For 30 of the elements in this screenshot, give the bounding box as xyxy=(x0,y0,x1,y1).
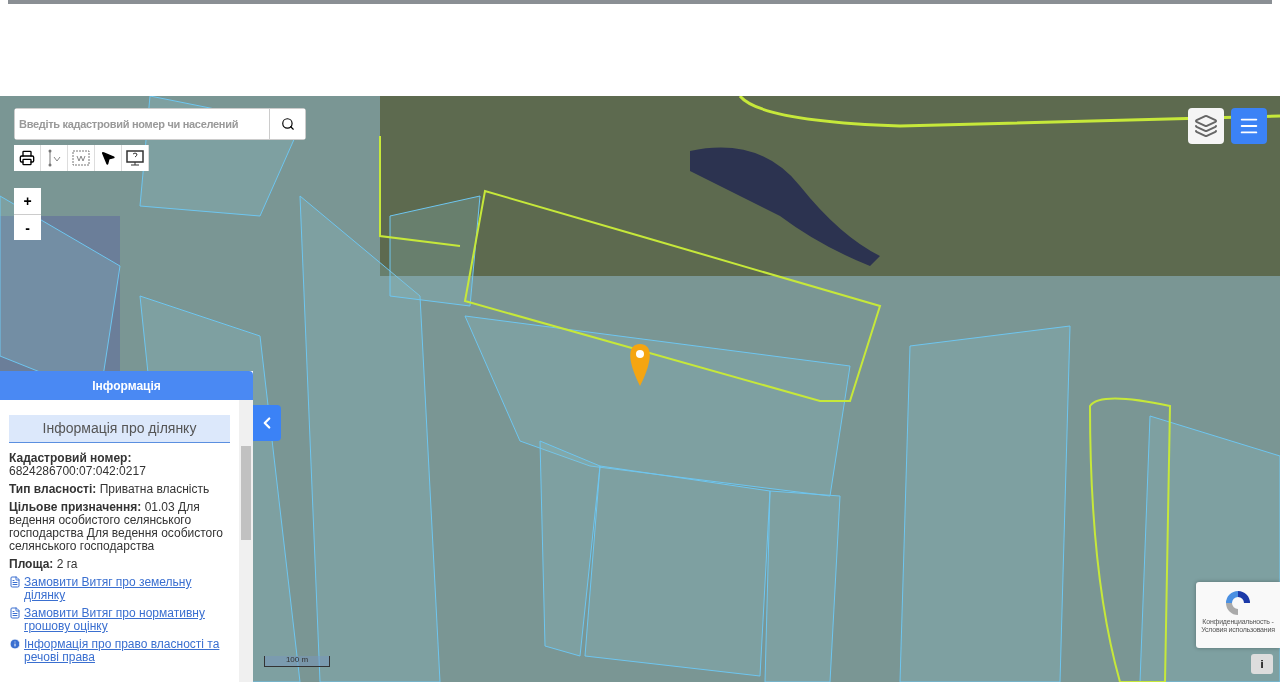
info-field: Тип власності: Приватна власність xyxy=(9,483,230,496)
search-button[interactable] xyxy=(269,109,305,139)
search-field[interactable]: Введіть кадастровий номер чи населений xyxy=(14,108,306,140)
info-field: Цільове призначення: 01.03 Для ведення особистого селянського господарства Для ведення особистого селянського господарства xyxy=(9,501,230,553)
section-title: Інформація про ділянку xyxy=(9,415,230,443)
zoom-out-button[interactable]: - xyxy=(14,214,41,240)
info-field: Площа: 2 га xyxy=(9,558,230,571)
panel-title: Інформація xyxy=(0,371,253,400)
info-icon xyxy=(9,638,21,650)
panel-link[interactable]: Замовити Витяг про земельну ділянку xyxy=(9,576,230,602)
menu-button[interactable] xyxy=(1231,108,1267,144)
cursor-icon xyxy=(100,150,116,166)
document-icon xyxy=(9,576,21,588)
recaptcha-icon xyxy=(1223,588,1253,618)
search-icon xyxy=(280,117,295,131)
area-icon xyxy=(71,149,91,167)
info-field: Кадастровий номер: 6824286700:07:042:0217 xyxy=(9,452,230,478)
layers-button[interactable] xyxy=(1188,108,1224,144)
layers-icon xyxy=(1194,114,1218,138)
panel-link[interactable]: Інформація про право власності та речові права xyxy=(9,638,230,664)
document-icon xyxy=(9,607,21,619)
print-button[interactable] xyxy=(14,145,41,171)
scale-bar: 100 m xyxy=(264,656,330,667)
ruler-icon xyxy=(47,149,61,167)
scrollbar[interactable] xyxy=(239,400,253,682)
collapse-button[interactable] xyxy=(253,405,281,441)
info-button[interactable]: i xyxy=(1251,654,1273,674)
help-monitor-icon xyxy=(125,149,145,167)
panel-link[interactable]: Замовити Витяг про нормативну грошову оцінку xyxy=(9,607,230,633)
printer-icon xyxy=(19,150,35,166)
